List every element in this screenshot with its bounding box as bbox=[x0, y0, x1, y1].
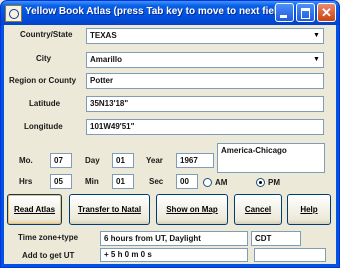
country-value: TEXAS bbox=[90, 31, 117, 40]
minimize-button[interactable] bbox=[275, 3, 294, 22]
timezone-type-field[interactable]: 6 hours from UT, Daylight bbox=[100, 231, 248, 246]
maximize-icon bbox=[301, 8, 310, 19]
day-label: Day bbox=[85, 156, 100, 165]
minutes-label: Min bbox=[85, 177, 99, 186]
am-radio[interactable] bbox=[203, 178, 212, 187]
window-title: Yellow Book Atlas (press Tab key to move… bbox=[25, 6, 287, 17]
atlas-app-icon bbox=[5, 5, 22, 22]
hours-field[interactable]: 05 bbox=[50, 174, 72, 189]
timezone-type-label: Time zone+type bbox=[18, 233, 79, 242]
country-select[interactable]: TEXAS ▼ bbox=[86, 28, 324, 44]
region-field[interactable]: Potter bbox=[86, 73, 324, 89]
city-select[interactable]: Amarillo ▼ bbox=[86, 52, 324, 68]
latitude-field[interactable]: 35N13'18" bbox=[86, 96, 324, 112]
maximize-button[interactable] bbox=[296, 3, 315, 22]
year-field[interactable]: 1967 bbox=[176, 153, 214, 168]
region-label: Region or County bbox=[9, 76, 77, 85]
city-value: Amarillo bbox=[90, 55, 123, 64]
am-label: AM bbox=[215, 178, 228, 187]
add-to-ut-label: Add to get UT bbox=[22, 251, 75, 260]
dialog-body: Country/State TEXAS ▼ City Amarillo ▼ Re… bbox=[4, 25, 336, 264]
chevron-down-icon[interactable]: ▼ bbox=[311, 54, 322, 66]
chevron-down-icon[interactable]: ▼ bbox=[311, 30, 322, 42]
timezone-abbrev-field[interactable]: CDT bbox=[251, 231, 301, 246]
seconds-field[interactable]: 00 bbox=[176, 174, 198, 189]
timezone-name-box[interactable]: America-Chicago bbox=[217, 143, 325, 173]
app-window: Yellow Book Atlas (press Tab key to move… bbox=[0, 0, 340, 268]
longitude-field[interactable]: 101W49'51" bbox=[86, 119, 324, 135]
month-field[interactable]: 07 bbox=[50, 153, 72, 168]
minutes-field[interactable]: 01 bbox=[112, 174, 134, 189]
read-atlas-button[interactable]: Read Atlas bbox=[7, 194, 62, 225]
extra-field[interactable] bbox=[254, 248, 326, 262]
cancel-button[interactable]: Cancel bbox=[234, 194, 282, 225]
city-label: City bbox=[36, 54, 52, 63]
close-button[interactable]: ✕ bbox=[317, 3, 336, 22]
hours-label: Hrs bbox=[19, 177, 33, 186]
longitude-label: Longitude bbox=[24, 122, 63, 131]
pm-label: PM bbox=[268, 178, 280, 187]
month-label: Mo. bbox=[19, 156, 33, 165]
latitude-label: Latitude bbox=[29, 99, 61, 108]
day-field[interactable]: 01 bbox=[112, 153, 134, 168]
show-on-map-button[interactable]: Show on Map bbox=[156, 194, 228, 225]
minimize-icon bbox=[280, 15, 287, 18]
year-label: Year bbox=[146, 156, 163, 165]
add-to-ut-field[interactable]: + 5 h 0 m 0 s bbox=[100, 248, 248, 262]
pm-radio[interactable] bbox=[256, 178, 265, 187]
help-button[interactable]: Help bbox=[287, 194, 331, 225]
transfer-to-natal-button[interactable]: Transfer to Natal bbox=[69, 194, 150, 225]
country-label: Country/State bbox=[20, 30, 73, 39]
seconds-label: Sec bbox=[149, 177, 164, 186]
title-bar[interactable]: Yellow Book Atlas (press Tab key to move… bbox=[1, 1, 339, 25]
